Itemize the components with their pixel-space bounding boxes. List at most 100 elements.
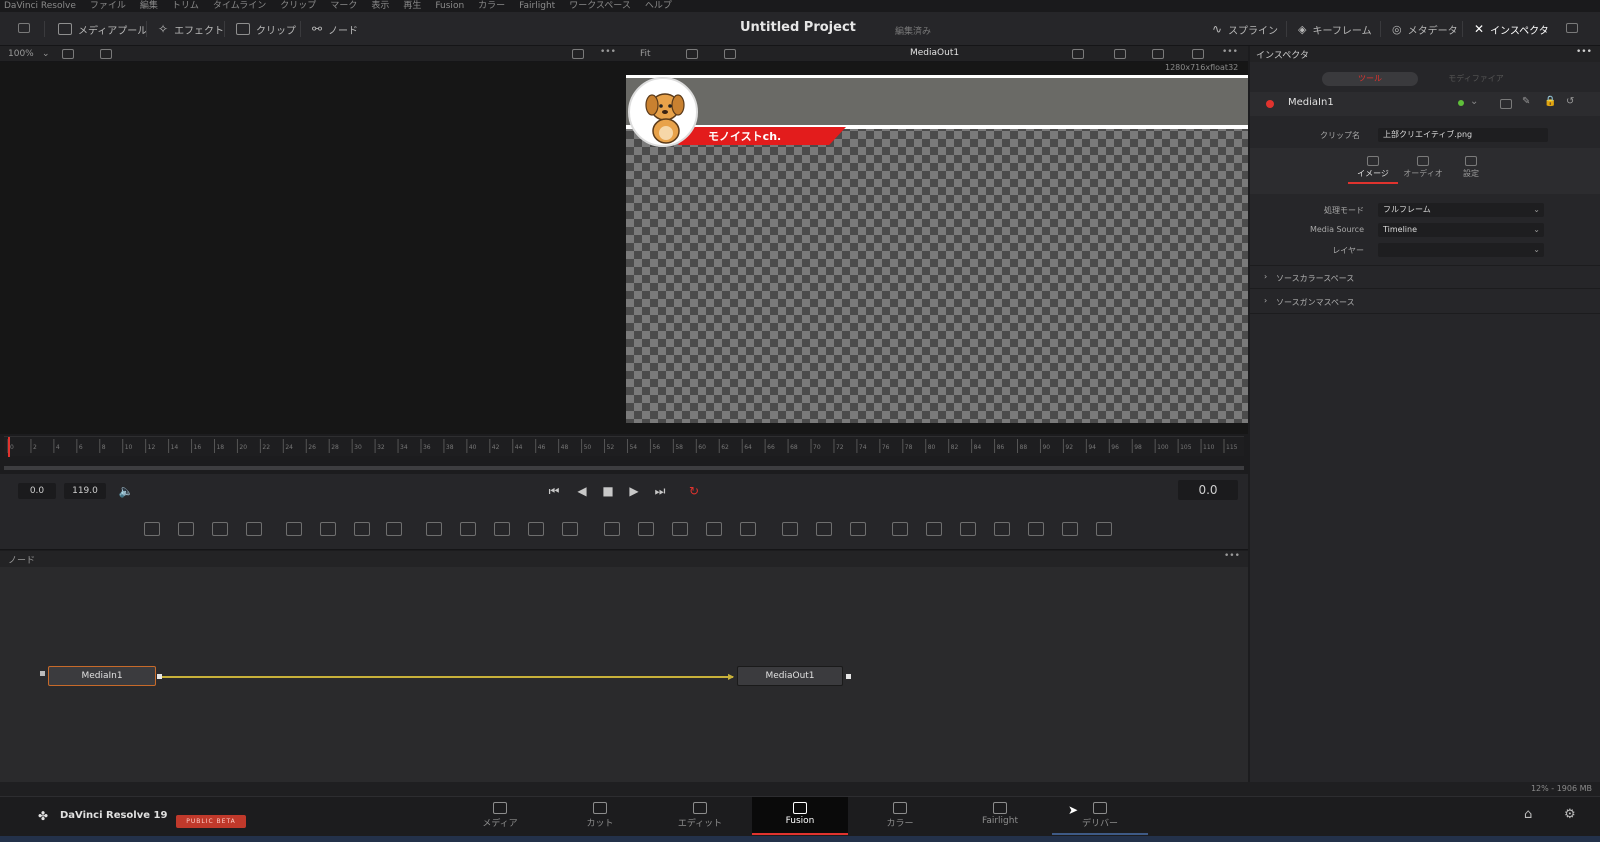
menu-timeline[interactable]: タイムライン (213, 0, 266, 12)
light-3d-icon[interactable] (994, 522, 1010, 536)
channel-booleans-tool-icon[interactable] (460, 522, 476, 536)
page-tab-fairlight[interactable]: Fairlight (952, 797, 1048, 835)
inspector-more-icon[interactable]: ••• (1576, 47, 1592, 57)
menu-view[interactable]: 表示 (371, 0, 389, 12)
menu-playback[interactable]: 再生 (403, 0, 421, 12)
shape-3d-icon[interactable] (892, 522, 908, 536)
color-curves-tool-icon[interactable] (320, 522, 336, 536)
ellipse-mask-icon[interactable] (638, 522, 654, 536)
mediain-output-port[interactable] (157, 674, 162, 679)
reset-icon[interactable]: ↺ (1566, 96, 1574, 107)
node-mediaout1[interactable]: MediaOut1 (737, 666, 843, 686)
mediain-input-port[interactable] (40, 671, 45, 676)
paint-tool-icon[interactable] (246, 522, 262, 536)
clip-name-field[interactable]: 上部クリエイティブ.png (1378, 128, 1548, 142)
panel-toggle-icon[interactable] (18, 23, 30, 33)
media-pool-button[interactable]: メディアプール (58, 20, 147, 38)
inspector-button[interactable]: ✕ インスペクタ (1474, 20, 1549, 38)
play-icon[interactable]: ▶ (626, 483, 642, 499)
merge-tool-icon[interactable] (426, 522, 442, 536)
page-tab-cut[interactable]: カット (552, 797, 648, 835)
viewer-option-icon[interactable] (62, 49, 74, 59)
home-icon[interactable]: ⌂ (1524, 807, 1532, 822)
matte-control-tool-icon[interactable] (494, 522, 510, 536)
node-editor-more-icon[interactable]: ••• (1224, 551, 1240, 561)
rectangle-mask-icon[interactable] (604, 522, 620, 536)
right-viewer-more-icon[interactable]: ••• (1222, 47, 1238, 57)
time-scrubber-track[interactable] (4, 466, 1244, 470)
fit-dropdown[interactable]: Fit (640, 49, 651, 59)
go-to-end-icon[interactable]: ⏭ (652, 483, 668, 499)
renderer-3d-icon[interactable] (1062, 522, 1078, 536)
node-editor[interactable] (0, 567, 1248, 782)
mediaout-output-port[interactable] (846, 674, 851, 679)
render-end-field[interactable]: 119.0 (64, 483, 106, 499)
view-mode-icon[interactable] (724, 49, 736, 59)
media-source-select[interactable]: Timeline ⌄ (1378, 223, 1544, 237)
roi-icon[interactable] (1072, 49, 1084, 59)
menu-edit[interactable]: 編集 (140, 0, 158, 12)
page-tab-fusion[interactable]: Fusion (752, 797, 848, 835)
subtab-image[interactable]: イメージ (1348, 156, 1398, 184)
node-active-dot[interactable] (1266, 100, 1274, 108)
tab-tools[interactable]: ツール (1322, 72, 1418, 86)
merge-3d-icon[interactable] (1028, 522, 1044, 536)
right-viewer[interactable]: モノイストch. (624, 62, 1248, 434)
lock-node-icon[interactable]: 🔒 (1544, 96, 1556, 107)
spline-button[interactable]: ∿ スプライン (1212, 20, 1278, 38)
menu-app[interactable]: DaVinci Resolve (4, 0, 76, 12)
page-tab-edit[interactable]: エディット (652, 797, 748, 835)
viewer-layout-icon[interactable] (100, 49, 112, 59)
page-tab-deliver[interactable]: デリバー (1052, 797, 1148, 835)
tracker-tool-icon[interactable] (782, 522, 798, 536)
menu-clip[interactable]: クリップ (280, 0, 316, 12)
tab-modifiers[interactable]: モディファイア (1426, 72, 1526, 86)
menu-workspace[interactable]: ワークスペース (569, 0, 631, 12)
color-corrector-tool-icon[interactable] (286, 522, 302, 536)
pin-icon[interactable]: ✎ (1522, 96, 1530, 107)
audio-icon[interactable]: 🔈 (118, 483, 134, 499)
bspline-mask-icon[interactable] (706, 522, 722, 536)
keyframes-button[interactable]: ◈ キーフレーム (1298, 20, 1372, 38)
camera-3d-icon[interactable] (960, 522, 976, 536)
polygon-mask-icon[interactable] (672, 522, 688, 536)
brightness-tool-icon[interactable] (354, 522, 370, 536)
settings-gear-icon[interactable]: ⚙ (1564, 807, 1576, 822)
saver-tool-icon[interactable] (562, 522, 578, 536)
time-ruler[interactable]: 0 2 4 6 8 10 12 14 16 18 20 22 24 26 28 30 32 34 36 38 40 42 4… (4, 436, 1244, 457)
fast-noise-tool-icon[interactable] (178, 522, 194, 536)
left-viewer[interactable] (0, 62, 624, 434)
menu-mark[interactable]: マーク (330, 0, 357, 12)
lock-icon[interactable] (1114, 49, 1126, 59)
page-tab-color[interactable]: カラー (852, 797, 948, 835)
blur-tool-icon[interactable] (386, 522, 402, 536)
subtab-settings[interactable]: 設定 (1446, 156, 1496, 179)
section-source-color-space[interactable]: › ソースカラースペース (1250, 265, 1600, 289)
menu-fusion[interactable]: Fusion (435, 0, 464, 12)
view-options-icon[interactable] (686, 49, 698, 59)
reverse-play-icon[interactable]: ◀ (574, 483, 590, 499)
menu-trim[interactable]: トリム (172, 0, 199, 12)
fullscreen-icon[interactable] (1566, 23, 1578, 33)
node-options-chevron-icon[interactable]: ⌄ (1470, 96, 1478, 107)
image-plane-3d-icon[interactable] (1096, 522, 1112, 536)
zoom-dropdown[interactable]: 100% (8, 49, 34, 59)
particle-emitter-icon[interactable] (850, 522, 866, 536)
text-tool-icon[interactable] (212, 522, 228, 536)
metadata-button[interactable]: ◎ メタデータ (1392, 20, 1458, 38)
stop-icon[interactable]: ■ (600, 483, 616, 499)
node-mediain1[interactable]: MediaIn1 (48, 666, 156, 686)
text-3d-icon[interactable] (926, 522, 942, 536)
loop-icon[interactable]: ↻ (686, 483, 702, 499)
viewer-more-icon[interactable]: ••• (600, 47, 616, 57)
effects-button[interactable]: ✧ エフェクト (158, 20, 224, 38)
section-source-gamma-space[interactable]: › ソースガンマスペース (1250, 290, 1600, 314)
checker-icon[interactable] (1152, 49, 1164, 59)
layer-select[interactable]: ⌄ (1378, 243, 1544, 257)
right-viewer-toggle-icon[interactable] (1192, 49, 1204, 59)
menu-fairlight[interactable]: Fairlight (519, 0, 555, 12)
planar-tracker-icon[interactable] (816, 522, 832, 536)
clips-button[interactable]: クリップ (236, 20, 296, 38)
menu-help[interactable]: ヘルプ (645, 0, 672, 12)
current-frame-field[interactable]: 0.0 (1178, 480, 1238, 500)
